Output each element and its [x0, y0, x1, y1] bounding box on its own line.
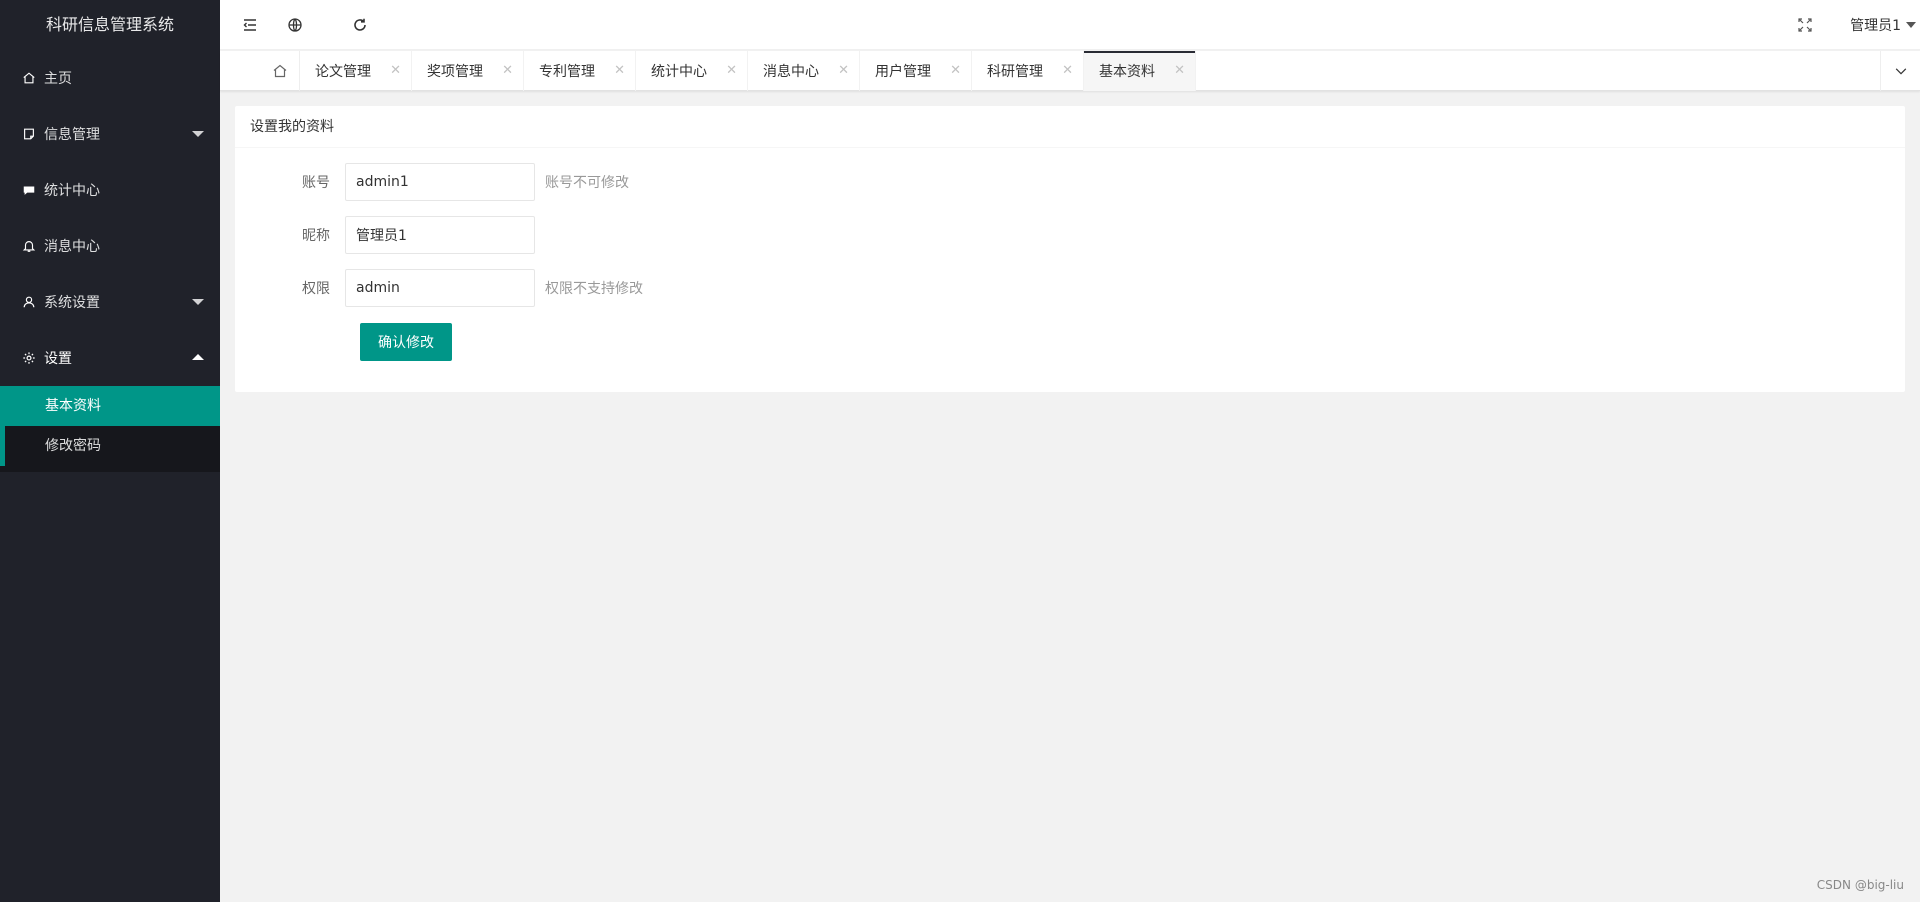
card-title: 设置我的资料 [235, 106, 1905, 148]
close-icon[interactable]: ✕ [502, 63, 513, 79]
sidebar-item-label: 消息中心 [44, 239, 100, 255]
account-label: 账号 [302, 175, 330, 191]
sidebar-item-home[interactable]: 主页 [0, 50, 220, 106]
confirm-edit-button[interactable]: 确认修改 [360, 323, 452, 361]
sidebar: 科研信息管理系统 主页 信息管理 统计中心 消息中心 系统设置 设置 基本资料 … [0, 0, 220, 902]
document-icon [20, 125, 38, 143]
tab-basic-profile[interactable]: 基本资料 ✕ [1084, 51, 1196, 91]
tab-label: 专利管理 [539, 64, 595, 80]
refresh-icon [354, 18, 366, 31]
tab-patent-management[interactable]: 专利管理 ✕ [524, 51, 636, 91]
tab-user-management[interactable]: 用户管理 ✕ [860, 51, 972, 91]
chevron-down-icon [1895, 68, 1906, 75]
sidebar-item-messages[interactable]: 消息中心 [0, 218, 220, 274]
form-row-role: 权限 权限不支持修改 [235, 269, 643, 307]
home-icon [20, 69, 38, 87]
watermark: CSDN @big-liu [1816, 878, 1904, 892]
tab-label: 奖项管理 [427, 64, 483, 80]
form-row-account: 账号 账号不可修改 [235, 163, 629, 201]
sidebar-item-label: 系统设置 [44, 295, 100, 311]
nickname-label: 昵称 [302, 228, 330, 244]
fullscreen-button[interactable] [1785, 0, 1825, 50]
sidebar-item-system-settings[interactable]: 系统设置 [0, 274, 220, 330]
sidebar-item-label: 信息管理 [44, 127, 100, 143]
close-icon[interactable]: ✕ [950, 63, 961, 79]
close-icon[interactable]: ✕ [614, 63, 625, 79]
sidebar-item-info-management[interactable]: 信息管理 [0, 106, 220, 162]
tab-label: 科研管理 [987, 64, 1043, 80]
sidebar-subitem-change-password[interactable]: 修改密码 [0, 426, 220, 466]
close-icon[interactable]: ✕ [390, 63, 401, 79]
user-name: 管理员1 [1850, 18, 1901, 34]
tab-statistics[interactable]: 统计中心 ✕ [636, 51, 748, 91]
tab-label: 基本资料 [1099, 64, 1155, 80]
sidebar-subitem-basic-profile[interactable]: 基本资料 [0, 386, 220, 426]
role-field[interactable] [345, 269, 535, 307]
sidebar-item-settings[interactable]: 设置 [0, 330, 220, 386]
refresh-button[interactable] [330, 0, 390, 50]
account-field[interactable] [345, 163, 535, 201]
chat-icon [20, 181, 38, 199]
chevron-down-icon [192, 131, 204, 137]
chevron-down-icon [192, 299, 204, 305]
home-icon [273, 64, 286, 78]
settings-subnav: 基本资料 修改密码 [0, 386, 220, 472]
tab-label: 论文管理 [315, 64, 371, 80]
user-icon [20, 293, 38, 311]
fullscreen-icon [1798, 18, 1812, 32]
sidebar-item-label: 设置 [44, 351, 72, 367]
tab-list: 论文管理 ✕ 奖项管理 ✕ 专利管理 ✕ 统计中心 ✕ 消息中心 ✕ 用户管理 ✕ 科研管理… [300, 51, 1196, 91]
sidebar-item-statistics[interactable]: 统计中心 [0, 162, 220, 218]
tab-label: 用户管理 [875, 64, 931, 80]
nickname-field[interactable] [345, 216, 535, 254]
menu-collapse-icon [243, 19, 256, 31]
user-menu[interactable]: 管理员1 [1850, 0, 1916, 50]
close-icon[interactable]: ✕ [1174, 63, 1185, 79]
close-icon[interactable]: ✕ [838, 63, 849, 79]
tab-label: 统计中心 [651, 64, 707, 80]
chevron-down-icon [1906, 22, 1916, 28]
account-hint: 账号不可修改 [545, 175, 629, 191]
close-icon[interactable]: ✕ [1062, 63, 1073, 79]
role-label: 权限 [302, 281, 330, 297]
gear-icon [20, 349, 38, 367]
tab-label: 消息中心 [763, 64, 819, 80]
tabs-more-button[interactable] [1880, 51, 1920, 91]
chevron-up-icon [192, 354, 204, 360]
close-icon[interactable]: ✕ [726, 63, 737, 79]
profile-card: 设置我的资料 账号 账号不可修改 昵称 权限 权限不支持修改 确认修改 [235, 106, 1905, 392]
tab-award-management[interactable]: 奖项管理 ✕ [412, 51, 524, 91]
tab-home[interactable] [260, 51, 300, 91]
bell-icon [20, 237, 38, 255]
website-button[interactable] [265, 0, 325, 50]
role-hint: 权限不支持修改 [545, 281, 643, 297]
top-header: 管理员1 [220, 0, 1920, 50]
tab-paper-management[interactable]: 论文管理 ✕ [300, 51, 412, 91]
tab-messages[interactable]: 消息中心 ✕ [748, 51, 860, 91]
sidebar-item-label: 统计中心 [44, 183, 100, 199]
app-logo-title: 科研信息管理系统 [45, 15, 174, 34]
tab-research-management[interactable]: 科研管理 ✕ [972, 51, 1084, 91]
form-row-nickname: 昵称 [235, 216, 535, 254]
page-tabs: 论文管理 ✕ 奖项管理 ✕ 专利管理 ✕ 统计中心 ✕ 消息中心 ✕ 用户管理 ✕ 科研管理… [220, 51, 1920, 91]
sidebar-item-label: 主页 [44, 71, 72, 87]
globe-icon [288, 18, 302, 32]
